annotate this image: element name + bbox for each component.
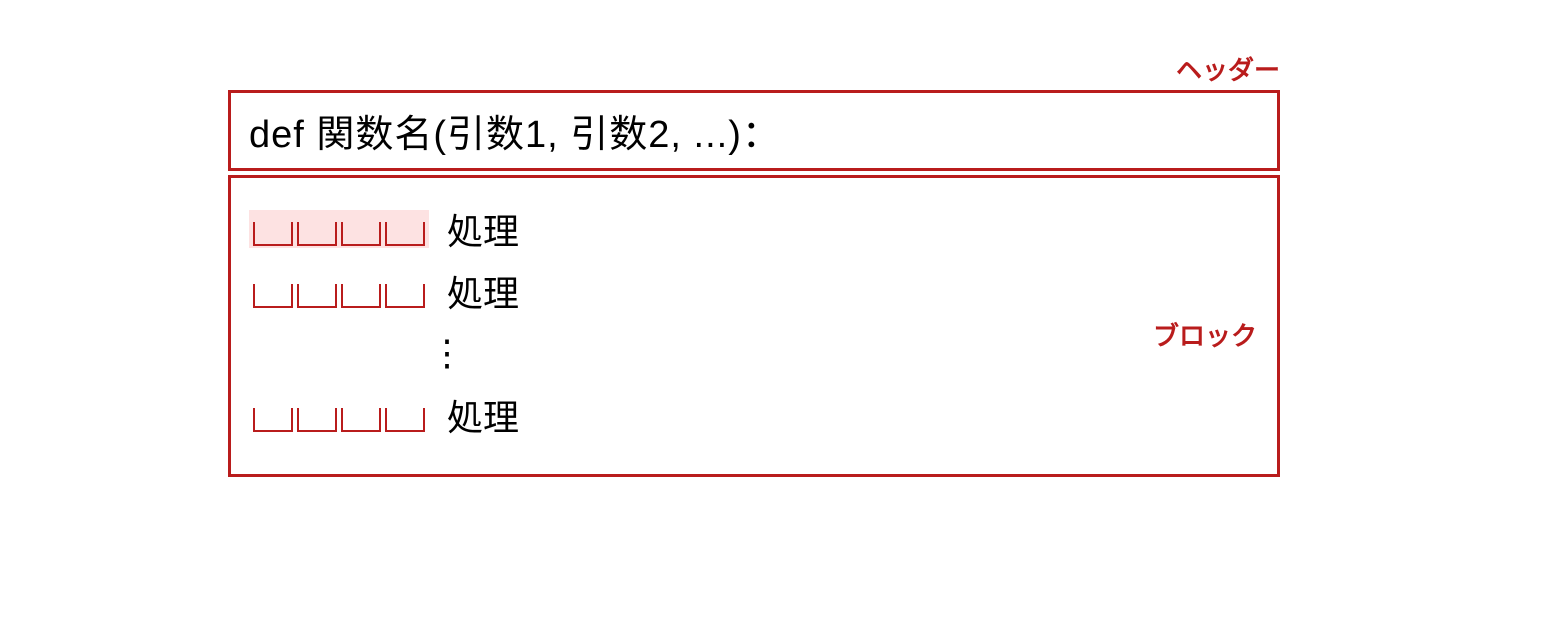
code-line: 処理 [249, 260, 1259, 322]
block-box: ブロック 処理処理⋮処理 [228, 175, 1280, 477]
indent-spaces [249, 272, 429, 310]
line-text: 処理 [447, 203, 519, 255]
space-mark-icon [341, 284, 381, 308]
space-mark-icon [297, 408, 337, 432]
space-mark-icon [253, 222, 293, 246]
vertical-dots-icon: ⋮ [429, 332, 465, 374]
space-mark-icon [297, 222, 337, 246]
line-text: 処理 [447, 389, 519, 441]
space-mark-icon [253, 408, 293, 432]
line-text: 処理 [447, 265, 519, 317]
space-mark-icon [385, 222, 425, 246]
space-mark-icon [341, 222, 381, 246]
space-mark-icon [297, 284, 337, 308]
space-mark-icon [385, 408, 425, 432]
code-line: 処理 [249, 198, 1259, 260]
block-lines-container: 処理処理⋮処理 [249, 198, 1259, 446]
diagram-container: ヘッダー def 関数名(引数1, 引数2, ...)： ブロック 処理処理⋮処… [228, 90, 1280, 477]
header-label: ヘッダー [1176, 50, 1280, 87]
header-code-text: def 関数名(引数1, 引数2, ...)： [249, 103, 1259, 158]
header-box: def 関数名(引数1, 引数2, ...)： [228, 90, 1280, 171]
space-mark-icon [341, 408, 381, 432]
vdots-line: ⋮ [249, 322, 1259, 384]
code-line: 処理 [249, 384, 1259, 446]
space-mark-icon [385, 284, 425, 308]
block-label: ブロック [1153, 316, 1257, 353]
indent-spaces [249, 396, 429, 434]
indent-spaces [249, 210, 429, 248]
space-mark-icon [253, 284, 293, 308]
